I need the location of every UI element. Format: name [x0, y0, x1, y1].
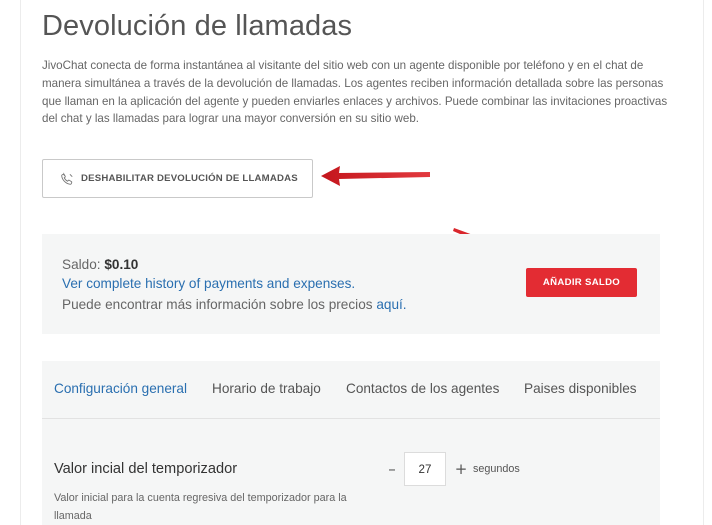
balance-label: Saldo: — [62, 257, 101, 272]
settings-tabs: Configuración general Horario de trabajo… — [42, 361, 660, 419]
page-description: JivoChat conecta de forma instantánea al… — [42, 59, 668, 126]
balance-line: Saldo: $0.10 — [62, 257, 138, 272]
balance-amount: $0.10 — [104, 257, 139, 272]
timer-stepper: – + segundos — [382, 452, 520, 486]
page-title: Devolución de llamadas — [42, 10, 353, 42]
tab-working-hours[interactable]: Horario de trabajo — [212, 381, 321, 396]
tab-agent-contacts[interactable]: Contactos de los agentes — [346, 381, 499, 396]
phone-icon — [60, 171, 74, 186]
history-prefix: Ver — [62, 276, 87, 291]
timer-value-input[interactable] — [404, 452, 446, 486]
tab-available-countries[interactable]: Paises disponibles — [524, 381, 637, 396]
history-line: Ver complete history of payments and exp… — [62, 276, 355, 291]
history-link[interactable]: complete history of payments and expense… — [86, 276, 355, 291]
balance-panel: Saldo: $0.10 Ver complete history of pay… — [42, 234, 660, 334]
pricing-text: Puede encontrar más información sobre lo… — [62, 297, 377, 312]
timer-unit: segundos — [473, 463, 520, 475]
disable-callback-label: DESHABILITAR DEVOLUCIÓN DE LLAMADAS — [81, 173, 298, 184]
timer-setting-label: Valor incial del temporizador — [54, 461, 238, 477]
decrement-button[interactable]: – — [382, 460, 402, 478]
disable-callback-button[interactable]: DESHABILITAR DEVOLUCIÓN DE LLAMADAS — [42, 159, 313, 198]
timer-setting-help: Valor inicial para la cuenta regresiva d… — [54, 492, 347, 522]
settings-panel: Configuración general Horario de trabajo… — [42, 361, 660, 525]
increment-button[interactable]: + — [451, 460, 471, 478]
pricing-line: Puede encontrar más información sobre lo… — [62, 297, 407, 312]
add-balance-button[interactable]: AÑADIR SALDO — [526, 268, 637, 297]
pricing-link[interactable]: aquí. — [376, 297, 406, 312]
tab-general-settings[interactable]: Configuración general — [54, 381, 187, 396]
